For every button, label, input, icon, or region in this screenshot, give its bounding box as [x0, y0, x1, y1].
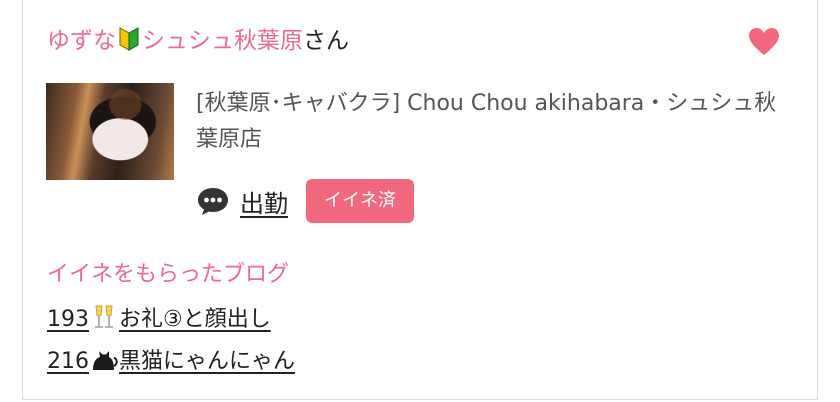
cast-shop-label: シュシュ秋葉原 — [142, 28, 303, 54]
beginner-mark-icon — [119, 27, 139, 51]
blog-like-count: 216 — [47, 349, 89, 374]
iine-done-button[interactable]: イイネ済 — [306, 179, 414, 223]
blog-link[interactable]: 193 お礼③と顔出し — [47, 304, 271, 335]
cast-name[interactable]: ゆずな シュシュ秋葉原さん — [47, 26, 349, 56]
blog-like-count: 193 — [47, 307, 89, 332]
liked-blogs-heading: イイネをもらったブログ — [47, 262, 290, 287]
cast-photo[interactable] — [46, 83, 174, 180]
cast-card: ゆずな シュシュ秋葉原さん [秋葉原･キャバクラ] Chou Chou akih… — [22, 0, 818, 400]
blog-link[interactable]: 216 黒猫にゃんにゃん — [47, 346, 295, 377]
black-cat-icon — [93, 351, 118, 370]
speech-bubble-icon — [198, 188, 228, 215]
blog-title-text: お礼③と顔出し — [119, 307, 271, 332]
cast-name-label: ゆずな — [47, 28, 116, 54]
heart-icon[interactable] — [749, 28, 779, 56]
shop-name: [秋葉原･キャバクラ] Chou Chou akihabara・シュシュ秋葉原店 — [196, 91, 777, 152]
blog-title-text: 黒猫にゃんにゃん — [119, 349, 296, 374]
work-link[interactable]: 出勤 — [240, 184, 288, 219]
honorific-label: さん — [303, 28, 349, 54]
champagne-toast-icon — [95, 305, 113, 328]
work-row: 出勤 イイネ済 — [196, 179, 414, 223]
